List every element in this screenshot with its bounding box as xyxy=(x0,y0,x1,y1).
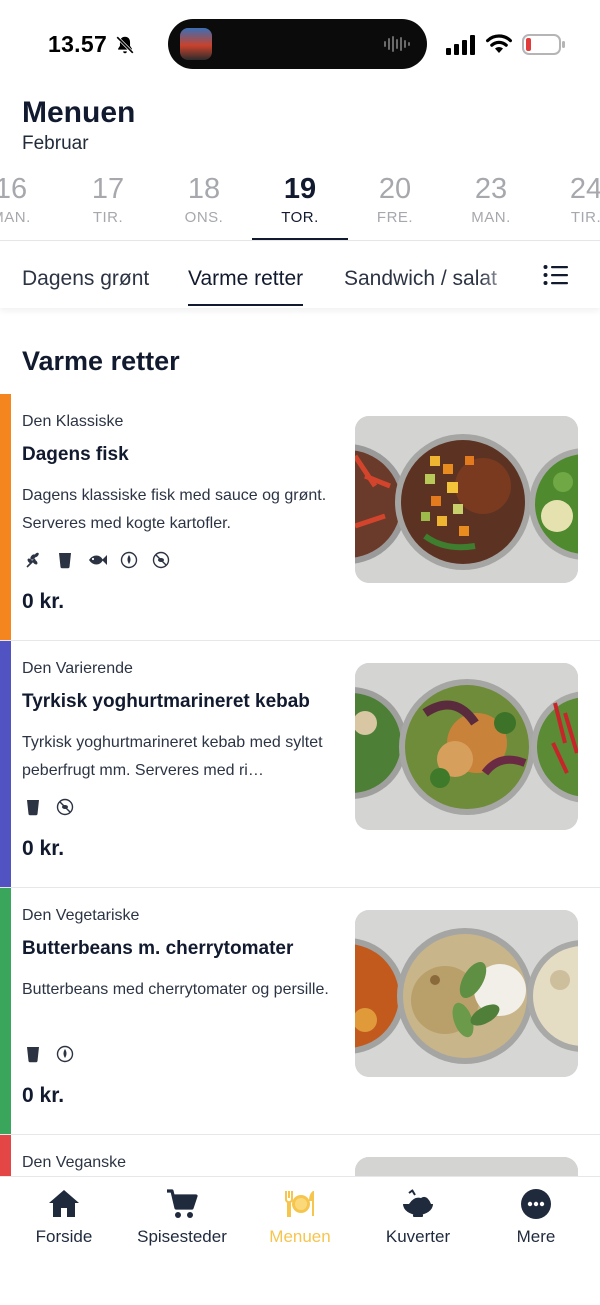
dish-description: Dagens klassiske fisk med sauce og grønt… xyxy=(22,487,327,532)
nav-label: Mere xyxy=(516,1227,556,1246)
date-item[interactable]: 17 TIR. xyxy=(60,168,156,240)
dish-category: Den Vegetariske xyxy=(22,907,140,924)
bottom-nav: Forside Spisesteder Menuen Kuverter Mere xyxy=(0,1176,600,1305)
dish-photo[interactable] xyxy=(355,910,578,1077)
date-number: 19 xyxy=(283,173,317,205)
date-number: 20 xyxy=(378,173,412,205)
home-icon xyxy=(49,1190,79,1217)
lactose-icon xyxy=(22,796,44,818)
battery-low-icon xyxy=(522,34,565,55)
date-weekday: MAN. xyxy=(0,209,31,226)
dish-name: Tyrkisk yoghurtmarineret kebab xyxy=(22,691,310,712)
cart-icon xyxy=(167,1189,198,1218)
nav-label: Spisesteder xyxy=(137,1227,227,1246)
dish-bowl-icon xyxy=(403,1189,433,1217)
date-item[interactable]: 23 MAN. xyxy=(443,168,539,240)
dish-price: 0 kr. xyxy=(22,837,65,860)
dish-photo[interactable] xyxy=(355,663,578,830)
status-bar: 13.57 xyxy=(0,0,600,90)
dish-card[interactable]: Den Vegetariske Butterbeans m. cherrytom… xyxy=(0,888,600,1135)
tab-dagens-gront[interactable]: Dagens grønt xyxy=(22,242,149,308)
wifi-icon xyxy=(486,34,512,53)
date-weekday: MAN. xyxy=(471,209,511,226)
more-icon xyxy=(521,1189,551,1219)
dish-price: 0 kr. xyxy=(22,590,65,613)
date-weekday: TOR. xyxy=(281,209,319,226)
now-playing-thumbnail xyxy=(180,28,212,60)
dish-name: Dagens fisk xyxy=(22,444,129,465)
lactose-icon xyxy=(22,1043,44,1065)
date-item[interactable]: 20 FRE. xyxy=(347,168,443,240)
date-item[interactable]: 24 TIR. xyxy=(538,168,600,240)
no-pork-icon xyxy=(54,796,76,818)
tab-sandwich-salat[interactable]: Sandwich / salat xyxy=(344,242,497,308)
category-tabs[interactable]: Dagens grønt Varme retter Sandwich / sal… xyxy=(0,242,600,308)
date-item[interactable]: 16 MAN. xyxy=(0,168,59,240)
nav-label: Forside xyxy=(35,1227,93,1246)
nav-item-menuen[interactable]: Menuen xyxy=(240,1187,360,1247)
dish-price: 0 kr. xyxy=(22,1084,65,1107)
date-weekday: FRE. xyxy=(376,209,414,226)
dish-description: Butterbeans med cherrytomater og persill… xyxy=(22,981,329,998)
tabs-fade xyxy=(480,242,530,308)
dish-color-bar xyxy=(0,394,11,640)
nav-item-kuverter[interactable]: Kuverter xyxy=(358,1187,478,1247)
dish-card[interactable]: Den Varierende Tyrkisk yoghurtmarineret … xyxy=(0,641,600,888)
lactose-icon xyxy=(54,549,76,571)
dish-card[interactable]: Den Klassiske Dagens fisk Dagens klassis… xyxy=(0,394,600,641)
gluten-icon xyxy=(22,549,44,571)
fish-icon xyxy=(86,549,108,571)
tab-varme-retter[interactable]: Varme retter xyxy=(188,242,304,308)
allergen-icons xyxy=(22,1043,76,1065)
date-number: 16 xyxy=(0,173,28,205)
date-number: 23 xyxy=(474,173,508,205)
signal-icon xyxy=(446,35,475,55)
dish-color-bar xyxy=(0,888,11,1134)
date-number: 18 xyxy=(187,173,221,205)
dish-photo[interactable] xyxy=(355,416,578,583)
date-item-selected[interactable]: 19 TOR. xyxy=(252,168,348,240)
dish-description: Tyrkisk yoghurtmarineret kebab med sylte… xyxy=(22,734,323,779)
date-strip[interactable]: 16 MAN. 17 TIR. 18 ONS. 19 TOR. 20 FRE. … xyxy=(0,168,600,241)
category-list-icon[interactable] xyxy=(528,242,584,308)
audio-wave-icon xyxy=(384,36,410,52)
status-time: 13.57 xyxy=(48,31,108,57)
nav-item-spisesteder[interactable]: Spisesteder xyxy=(122,1187,242,1247)
allergen-icon xyxy=(54,1043,76,1065)
date-number: 24 xyxy=(569,173,600,205)
date-weekday: TIR. xyxy=(92,209,124,226)
dish-category: Den Varierende xyxy=(22,660,133,677)
allergen-icons xyxy=(22,549,172,571)
dish-category: Den Veganske xyxy=(22,1154,127,1171)
date-number: 17 xyxy=(91,173,125,205)
nav-item-mere[interactable]: Mere xyxy=(476,1187,596,1247)
page-month: Februar xyxy=(22,133,89,154)
dish-color-bar xyxy=(0,641,11,887)
nav-label: Menuen xyxy=(269,1227,331,1246)
page-title: Menuen xyxy=(22,96,136,129)
allergen-icon xyxy=(118,549,140,571)
bell-muted-icon xyxy=(116,36,134,54)
date-weekday: ONS. xyxy=(184,209,224,226)
date-item[interactable]: 18 ONS. xyxy=(156,168,252,240)
no-pork-icon xyxy=(150,549,172,571)
section-title: Varme retter xyxy=(22,346,180,376)
nav-label: Kuverter xyxy=(385,1227,451,1246)
dish-category: Den Klassiske xyxy=(22,413,124,430)
date-weekday: TIR. xyxy=(570,209,600,226)
nav-item-forside[interactable]: Forside xyxy=(4,1187,124,1247)
allergen-icons xyxy=(22,796,76,818)
dish-name: Butterbeans m. cherrytomater xyxy=(22,938,294,959)
plate-cutlery-icon xyxy=(285,1191,314,1217)
dynamic-island[interactable] xyxy=(168,19,427,69)
